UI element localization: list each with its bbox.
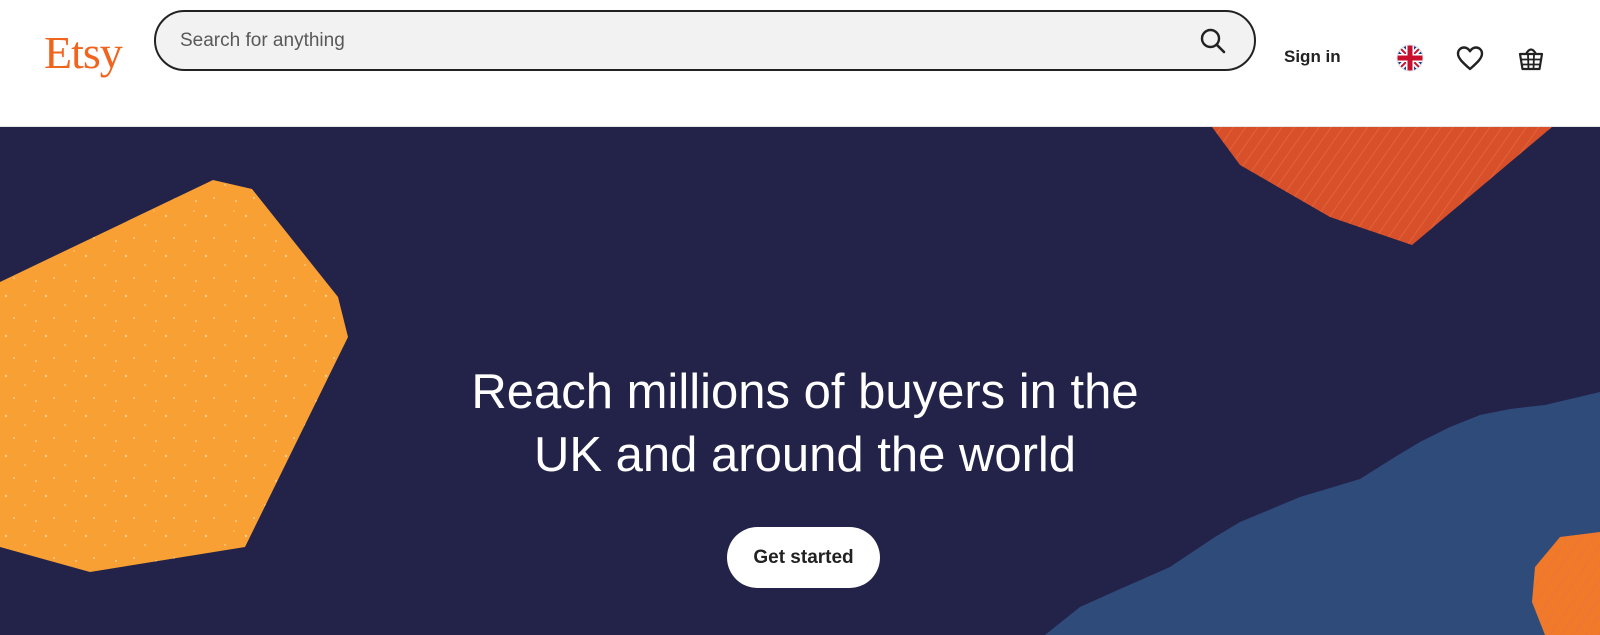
search-input[interactable]	[180, 12, 1140, 69]
search-bar	[154, 10, 1256, 71]
hero-headline: Reach millions of buyers in the UK and a…	[400, 361, 1210, 487]
orange-shape-top	[1212, 127, 1552, 245]
region-button[interactable]	[1394, 42, 1426, 74]
etsy-logo[interactable]: Etsy	[44, 30, 123, 76]
get-started-button[interactable]: Get started	[727, 527, 880, 588]
basket-button[interactable]	[1515, 42, 1547, 74]
uk-flag-icon	[1396, 44, 1424, 72]
sign-in-link[interactable]: Sign in	[1284, 47, 1341, 67]
heart-icon	[1456, 46, 1484, 71]
search-icon	[1200, 28, 1226, 54]
hero-banner: Reach millions of buyers in the UK and a…	[0, 127, 1600, 635]
hero-headline-line-2: UK and around the world	[533, 428, 1077, 482]
yellow-shape	[0, 180, 348, 572]
search-button[interactable]	[1192, 20, 1234, 62]
favourites-button[interactable]	[1454, 42, 1486, 74]
hero-headline-line-1: Reach millions of buyers in the	[471, 365, 1139, 419]
site-header: Etsy Sign in	[0, 0, 1600, 127]
basket-icon	[1518, 48, 1544, 71]
